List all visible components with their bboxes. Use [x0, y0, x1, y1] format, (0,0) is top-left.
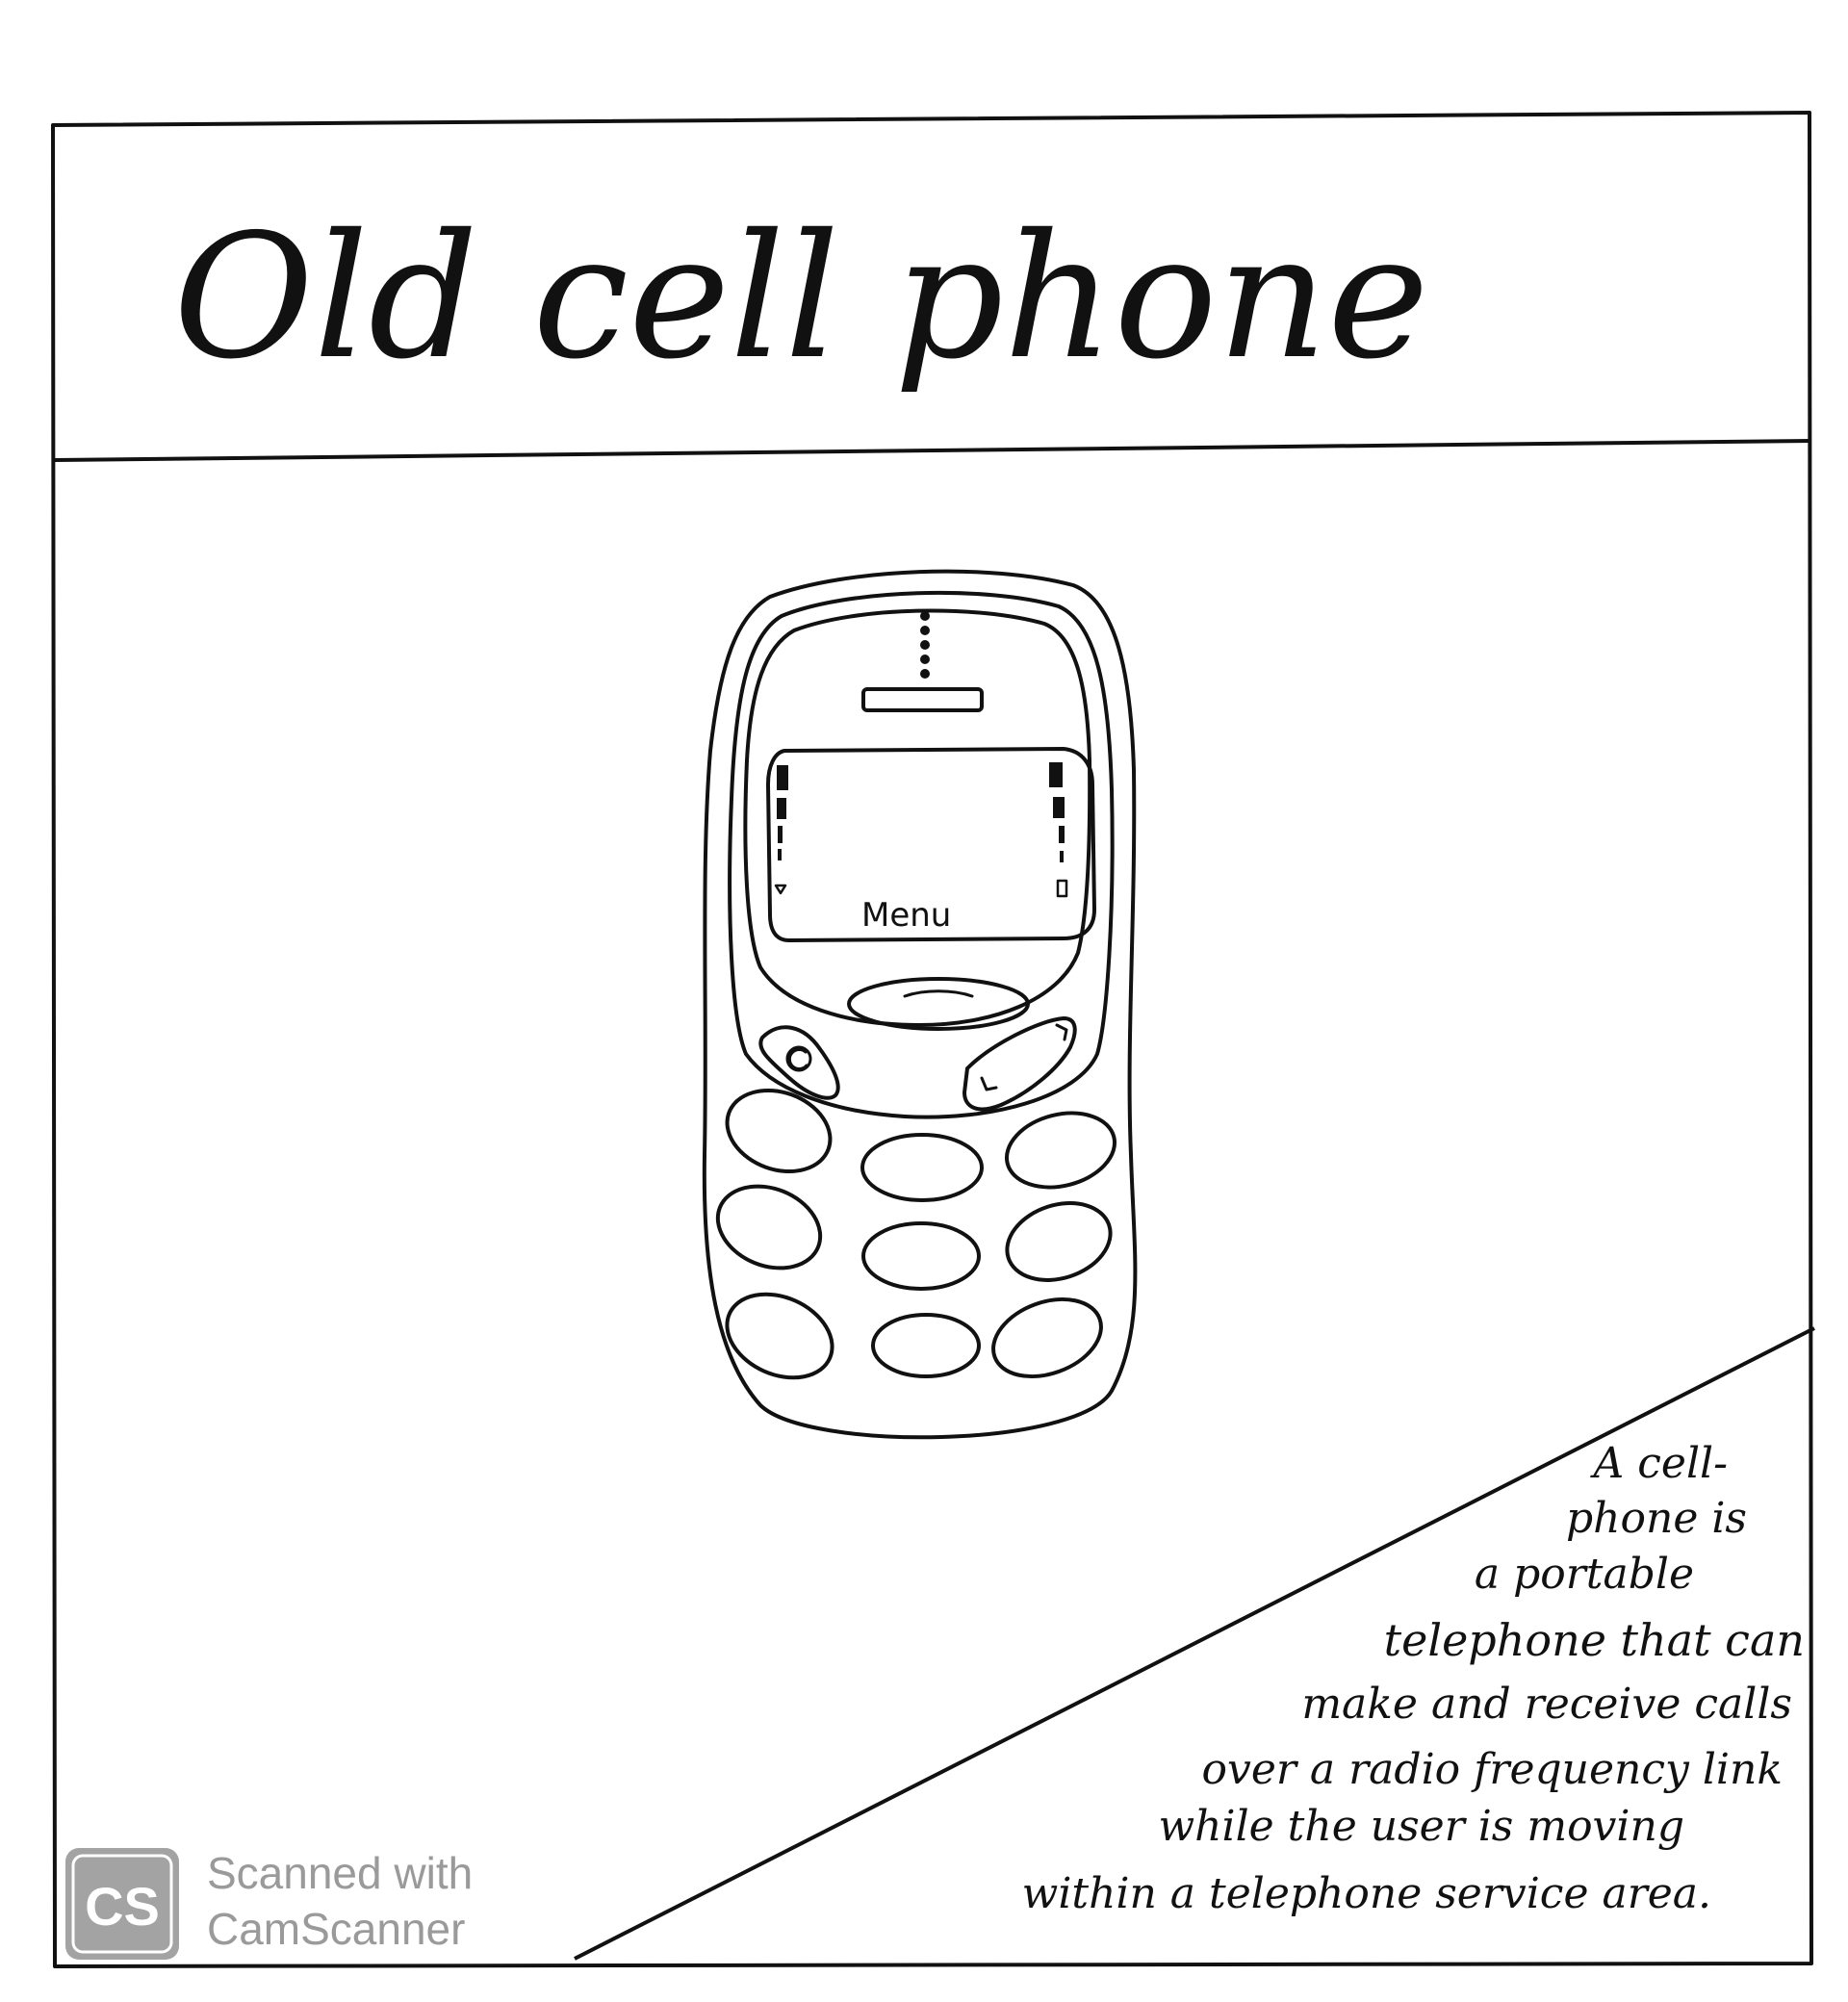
description-line: within a telephone service area.	[1022, 1869, 1711, 1918]
signal-bars	[777, 765, 788, 860]
keypad-key	[1005, 1201, 1113, 1282]
battery-icon	[1056, 879, 1068, 898]
speaker-grille	[920, 611, 930, 679]
battery-bars	[1049, 762, 1065, 862]
screen-menu-label: Menu	[861, 896, 951, 935]
scanned-page: Old cell phone Menu A cell- phone is a p…	[0, 0, 1848, 2002]
keypad-key	[725, 1088, 833, 1174]
keypad-key	[725, 1292, 834, 1380]
description-line: A cell-	[1590, 1439, 1728, 1488]
keypad-key	[715, 1184, 823, 1270]
navi-key	[847, 977, 1030, 1031]
description-line: make and receive calls	[1301, 1680, 1792, 1729]
description-line: phone is	[1566, 1494, 1747, 1543]
phone-body	[702, 569, 1138, 1440]
watermark-line1: Scanned with	[207, 1848, 473, 1898]
keypad-key	[991, 1296, 1103, 1379]
upper-housing	[743, 608, 1092, 1027]
keypad-key	[871, 1313, 981, 1378]
description-line: telephone that can	[1384, 1614, 1805, 1666]
watermark-line2: CamScanner	[207, 1904, 465, 1954]
description-block: A cell- phone is a portable telephone th…	[1022, 1439, 1805, 1918]
description-line: a portable	[1475, 1550, 1694, 1599]
page-drawing: Old cell phone Menu A cell- phone is a p…	[51, 111, 1815, 1968]
description-line: while the user is moving	[1159, 1802, 1684, 1851]
camscanner-logo-text: CS	[85, 1876, 160, 1937]
clear-key	[758, 1025, 840, 1100]
keypad-key	[860, 1133, 984, 1202]
camscanner-watermark: CS Scanned with CamScanner	[65, 1848, 473, 1960]
page-title: Old cell phone	[173, 197, 1429, 397]
phone-illustration	[702, 569, 1138, 1440]
call-key	[962, 1016, 1077, 1112]
keypad	[715, 1088, 1117, 1380]
antenna-icon	[774, 884, 787, 895]
earpiece-slot	[861, 687, 984, 712]
title-divider	[54, 439, 1812, 462]
keypad-key	[1004, 1111, 1117, 1190]
description-line: over a radio frequency link	[1202, 1745, 1783, 1794]
keypad-key	[861, 1221, 981, 1291]
